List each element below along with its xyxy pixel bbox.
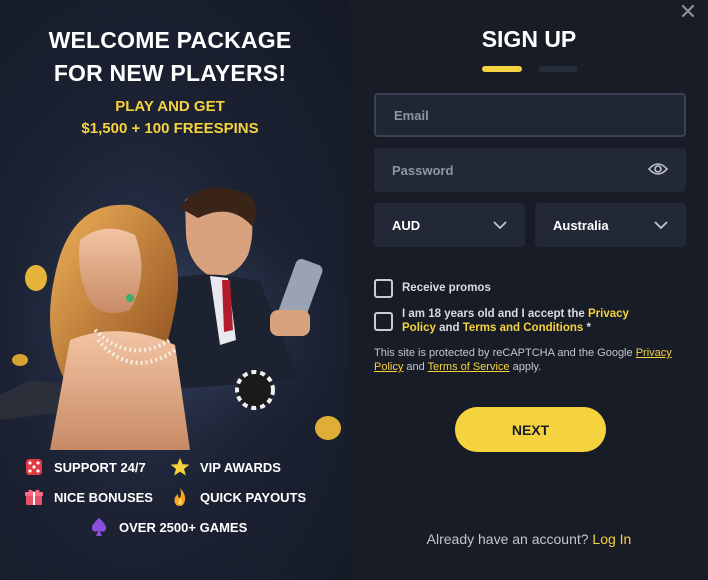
signup-panel: ✕ SIGN UP Email Password AUD Australia R… bbox=[350, 0, 708, 580]
age-checkbox[interactable] bbox=[374, 312, 393, 331]
promo-artwork bbox=[0, 187, 350, 450]
step-2-indicator bbox=[538, 66, 578, 72]
login-link[interactable]: Log In bbox=[592, 531, 631, 547]
promos-checkbox-row: Receive promos bbox=[374, 279, 491, 298]
currency-select[interactable]: AUD bbox=[374, 203, 525, 247]
step-1-indicator bbox=[482, 66, 522, 72]
promo-subtitle: PLAY AND GET $1,500 + 100 FREESPINS bbox=[81, 98, 259, 137]
recaptcha-notice: This site is protected by reCAPTCHA and … bbox=[374, 347, 672, 373]
close-icon[interactable]: ✕ bbox=[679, 0, 697, 24]
feature-support: SUPPORT 24/7 bbox=[24, 457, 146, 477]
signup-title: SIGN UP bbox=[481, 26, 577, 52]
chevron-down-icon bbox=[493, 218, 507, 233]
promo-title: WELCOME PACKAGE FOR NEW PLAYERS! bbox=[48, 27, 292, 86]
password-field[interactable]: Password bbox=[374, 148, 686, 192]
chevron-down-icon bbox=[654, 218, 668, 233]
age-checkbox-row: I am 18 years old and I accept the Priva… bbox=[374, 307, 662, 335]
feature-games: OVER 2500+ GAMES bbox=[89, 517, 247, 537]
feature-vip: VIP AWARDS bbox=[170, 457, 281, 477]
step-indicator bbox=[482, 66, 578, 72]
spade-icon bbox=[89, 517, 109, 537]
feature-list: SUPPORT 24/7 VIP AWARDS NICE BONUSES QUI… bbox=[0, 452, 350, 552]
promos-checkbox[interactable] bbox=[374, 279, 393, 298]
feature-bonuses: NICE BONUSES bbox=[24, 487, 153, 507]
currency-value: AUD bbox=[392, 217, 421, 233]
country-value: Australia bbox=[553, 217, 609, 233]
age-label: I am 18 years old and I accept the Priva… bbox=[402, 308, 629, 334]
woman-figure bbox=[50, 204, 190, 450]
flame-icon bbox=[170, 487, 190, 507]
email-field[interactable]: Email bbox=[374, 93, 686, 137]
next-button[interactable]: NEXT bbox=[455, 407, 606, 452]
eye-icon[interactable] bbox=[647, 162, 669, 179]
feature-payouts: QUICK PAYOUTS bbox=[170, 487, 306, 507]
gift-icon bbox=[24, 487, 44, 507]
country-select[interactable]: Australia bbox=[535, 203, 686, 247]
password-placeholder: Password bbox=[392, 162, 454, 178]
email-placeholder: Email bbox=[394, 107, 429, 123]
login-prompt: Already have an account? Log In bbox=[426, 531, 632, 547]
promos-label: Receive promos bbox=[402, 282, 491, 294]
close-button[interactable]: ✕ bbox=[678, 0, 698, 24]
promo-panel: WELCOME PACKAGE FOR NEW PLAYERS! PLAY AN… bbox=[0, 0, 350, 580]
terms-link[interactable]: Terms and Conditions bbox=[463, 322, 584, 334]
dice-icon bbox=[24, 457, 44, 477]
recaptcha-terms-link[interactable]: Terms of Service bbox=[428, 361, 510, 373]
star-icon bbox=[170, 457, 190, 477]
